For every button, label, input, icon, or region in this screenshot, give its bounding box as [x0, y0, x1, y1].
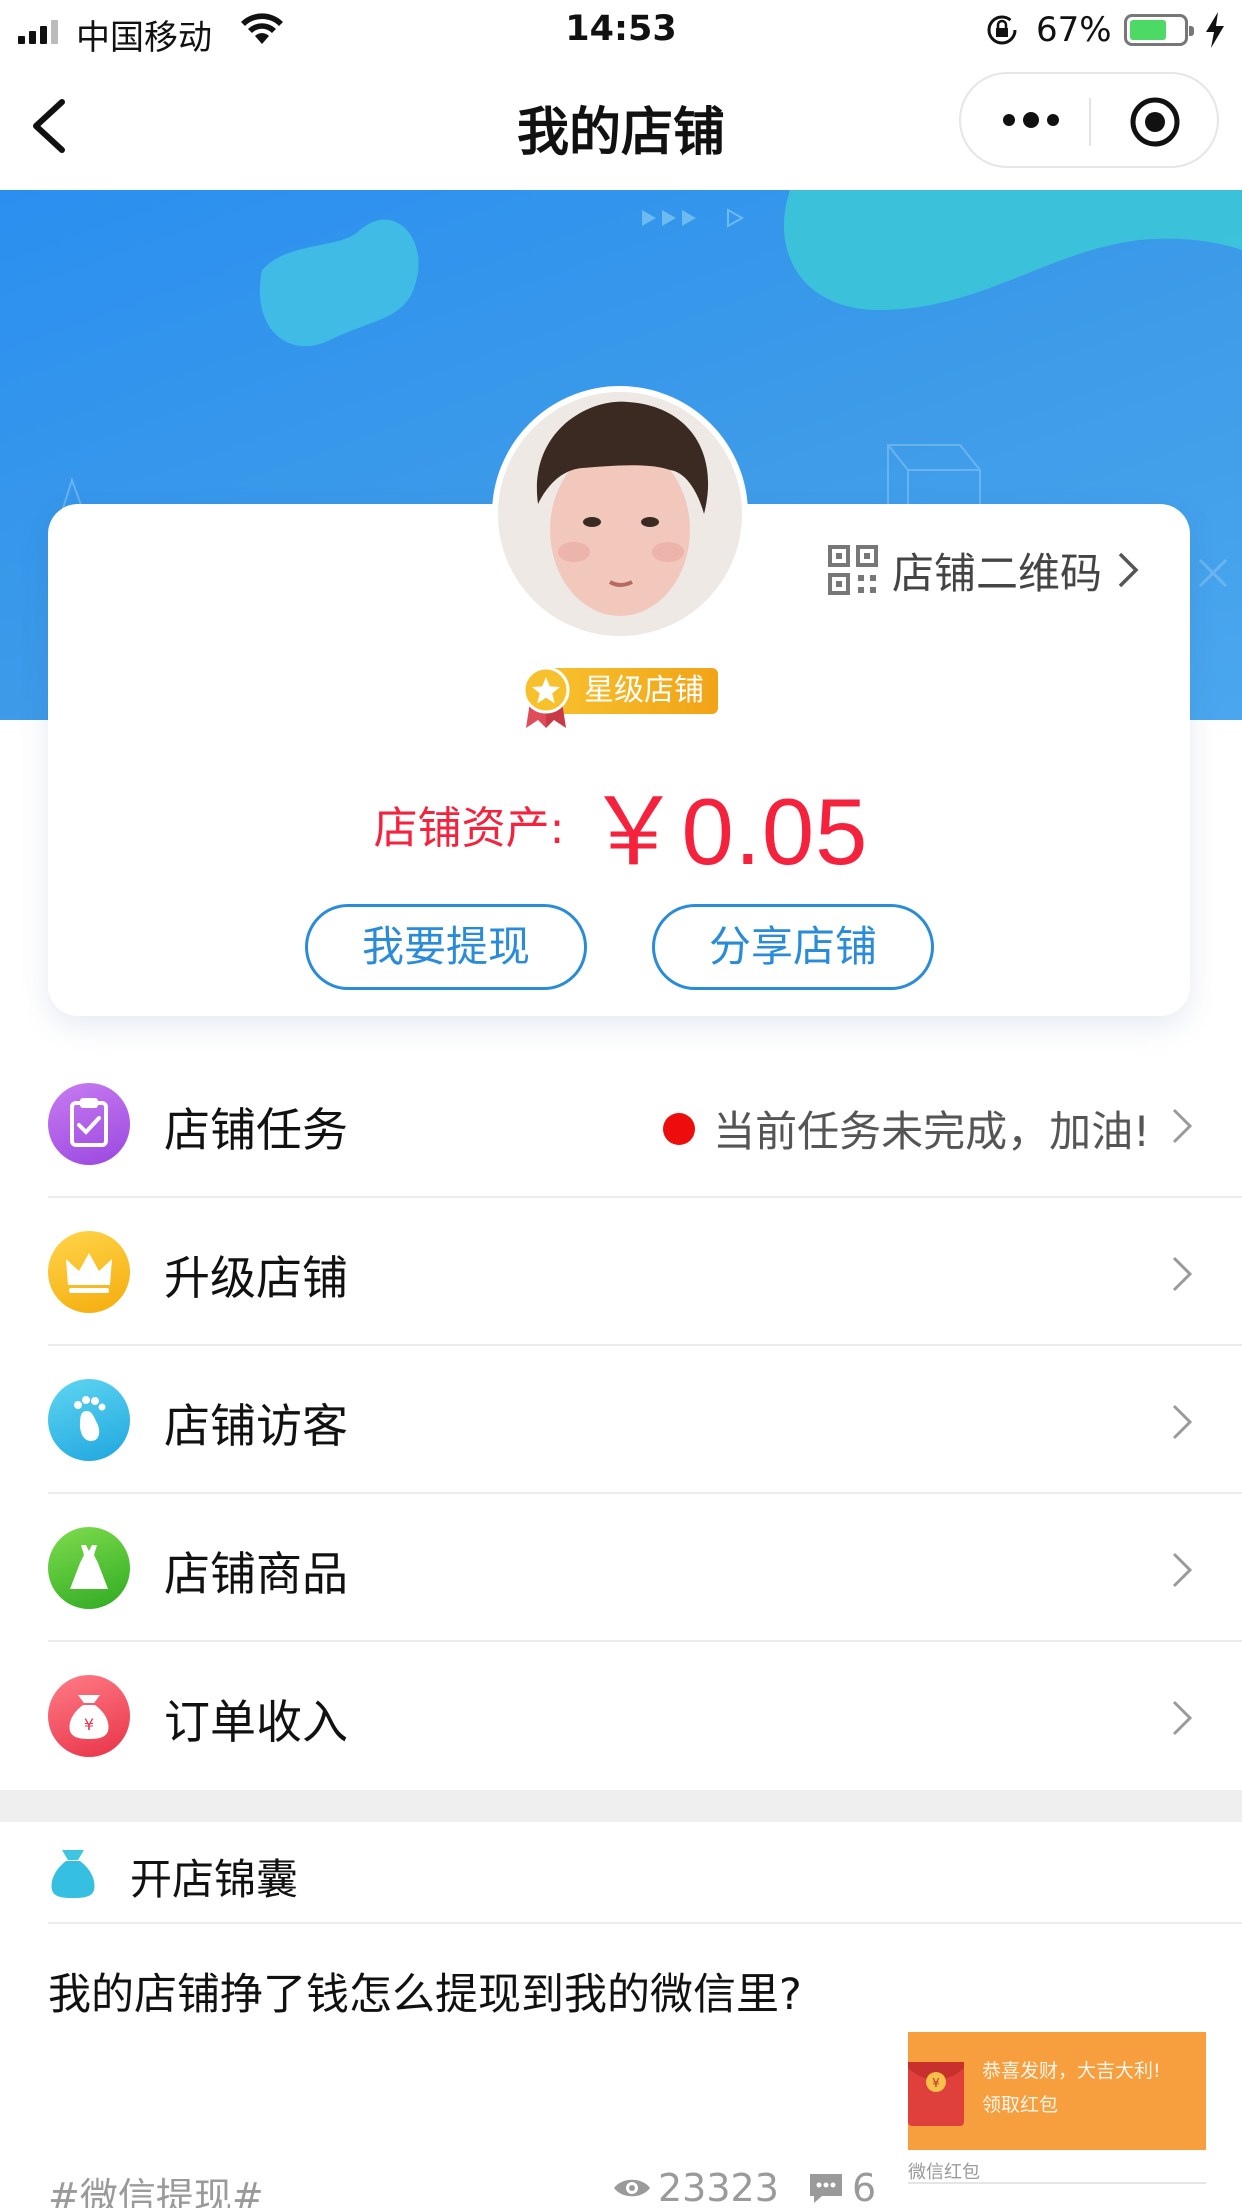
red-envelope-icon: ¥ [908, 2062, 964, 2126]
qrcode-icon [828, 545, 878, 595]
shop-menu-list: 店铺任务 当前任务未完成，加油! 升级店铺 店铺访客 店铺商品 ¥ 订单收入 [0, 1050, 1242, 1790]
menu-item-label: 订单收入 [164, 1695, 348, 1749]
nav-bar: 我的店铺 [0, 62, 1242, 190]
menu-item-order-income[interactable]: ¥ 订单收入 [0, 1642, 1242, 1790]
comment-count-value: 6 [852, 2166, 877, 2208]
svg-text:¥: ¥ [84, 1715, 94, 1734]
svg-text:¥: ¥ [932, 2076, 940, 2090]
menu-item-label: 店铺商品 [164, 1547, 348, 1601]
view-count: 23323 [612, 2166, 779, 2208]
chevron-right-icon [1118, 552, 1139, 588]
star-medal-icon [522, 666, 570, 728]
shop-qrcode-label: 店铺二维码 [892, 548, 1103, 598]
clipboard-check-icon [48, 1083, 130, 1165]
battery-percent: 67% [1036, 10, 1112, 50]
comment-count: 6 [806, 2166, 876, 2208]
more-dots-icon[interactable] [1001, 108, 1061, 132]
shop-qrcode-link[interactable]: 店铺二维码 [828, 540, 1140, 600]
menu-item-shop-visitors[interactable]: 店铺访客 [0, 1346, 1242, 1494]
footprint-icon [48, 1379, 130, 1461]
menu-item-upgrade-shop[interactable]: 升级店铺 [0, 1198, 1242, 1346]
charging-bolt-icon [1206, 12, 1224, 48]
menu-item-label: 店铺访客 [164, 1399, 348, 1453]
ad-source: 微信红包 [908, 2162, 980, 2183]
shop-assets-value: ￥0.05 [586, 779, 869, 884]
article-tag[interactable]: #微信提现# [48, 2166, 264, 2208]
capsule-divider [1089, 98, 1091, 146]
ad-greeting: 恭喜发财，大吉大利! [982, 2060, 1161, 2082]
view-count-value: 23323 [658, 2166, 779, 2208]
mini-program-capsule [959, 72, 1219, 168]
task-status: 当前任务未完成，加油! [663, 1098, 1150, 1159]
red-dot-indicator [663, 1112, 696, 1145]
shop-assets: 店铺资产: ￥0.05 [0, 756, 1242, 892]
pouch-icon [51, 1850, 95, 1898]
section-gap [0, 1790, 1242, 1822]
row-divider [48, 1922, 1242, 1924]
menu-item-label: 店铺任务 [164, 1103, 348, 1157]
comment-icon [810, 2174, 842, 2203]
chevron-right-icon [1172, 1256, 1193, 1292]
ad-divider [908, 2182, 1206, 2184]
avatar-portrait [498, 392, 742, 636]
chevron-right-icon [1172, 1404, 1193, 1440]
chevron-right-icon [1172, 1108, 1193, 1144]
status-bar: 中国移动 14:53 67% [0, 0, 1242, 62]
close-target-icon[interactable] [1129, 96, 1181, 148]
menu-item-shop-products[interactable]: 店铺商品 [0, 1494, 1242, 1642]
ad-claim-link[interactable]: 领取红包 [982, 2090, 1058, 2117]
dress-icon [48, 1527, 130, 1609]
menu-item-shop-tasks[interactable]: 店铺任务 当前任务未完成，加油! [0, 1050, 1242, 1198]
tips-header: 开店锦囊 [0, 1822, 1242, 1924]
chevron-right-icon [1172, 1552, 1193, 1588]
battery-icon [1124, 14, 1194, 46]
task-status-text: 当前任务未完成，加油! [713, 1107, 1150, 1156]
withdraw-button[interactable]: 我要提现 [305, 904, 587, 990]
chevron-right-icon [1172, 1700, 1193, 1736]
eye-icon [614, 2179, 650, 2197]
shop-assets-label: 店铺资产: [373, 803, 565, 854]
rotation-lock-icon [987, 15, 1017, 45]
red-packet-ad[interactable]: ¥ 恭喜发财，大吉大利! 领取红包 微信红包 [908, 2032, 1206, 2188]
money-bag-icon: ¥ [48, 1675, 130, 1757]
avatar [492, 386, 748, 642]
menu-item-label: 升级店铺 [164, 1251, 348, 1305]
crown-icon [48, 1231, 130, 1313]
star-shop-badge: 星级店铺 [520, 666, 718, 728]
tips-title: 开店锦囊 [130, 1855, 299, 1904]
share-shop-button[interactable]: 分享店铺 [652, 904, 934, 990]
article-title[interactable]: 我的店铺挣了钱怎么提现到我的微信里? [48, 1960, 802, 2022]
